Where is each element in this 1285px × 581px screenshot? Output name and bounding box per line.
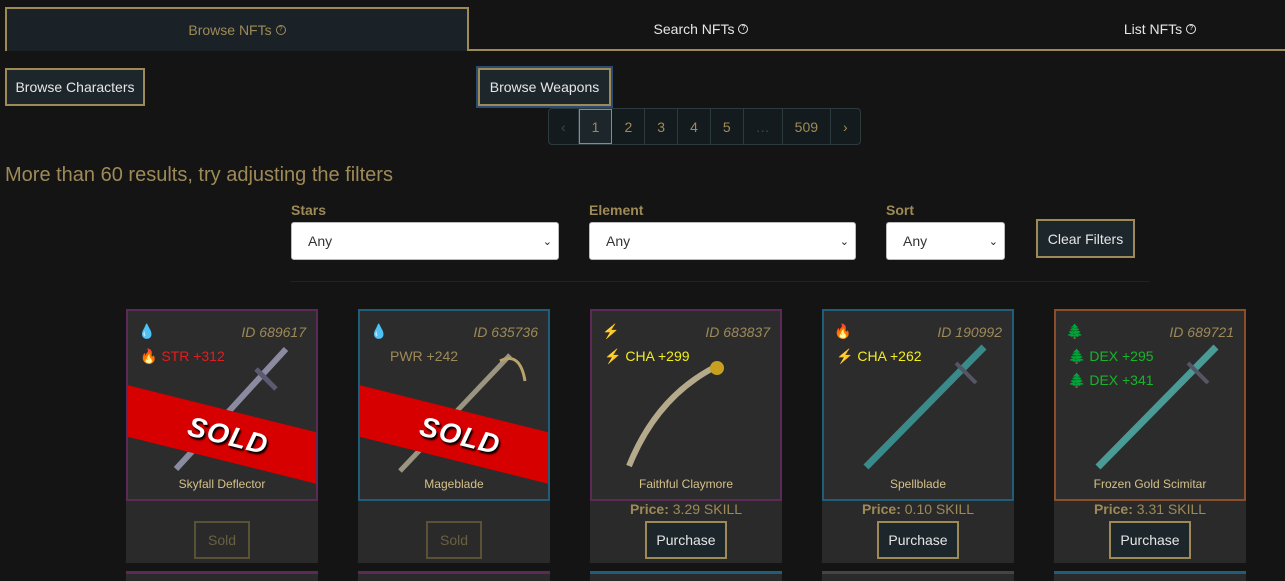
price-label: Price: bbox=[1093, 501, 1133, 517]
tab-label: List NFTs bbox=[1123, 21, 1183, 37]
browse-characters-button[interactable]: Browse Characters bbox=[5, 68, 145, 106]
weapon-frame: 💧 ID 689617 🔥 STR +312 SOLD Skyfall Defl… bbox=[126, 309, 318, 501]
weapon-name: Mageblade bbox=[424, 477, 484, 491]
purchase-button[interactable]: Purchase bbox=[645, 521, 727, 559]
price: Price: 3.31 SKILL bbox=[1054, 501, 1246, 517]
weapon-frame: 🌲 ID 689721 🌲 DEX +295 🌲 DEX +341 Frozen… bbox=[1054, 309, 1246, 501]
tree-icon: 🌲 bbox=[1068, 372, 1086, 388]
chevron-down-icon: ⌄ bbox=[542, 236, 552, 248]
weapon-card[interactable]: 💧 ID 689617 🔥 STR +312 SOLD Skyfall Defl… bbox=[126, 309, 318, 563]
clear-filters-button[interactable]: Clear Filters bbox=[1036, 219, 1135, 258]
sort-select[interactable]: Any ⌄ bbox=[886, 222, 1005, 260]
sword-image bbox=[1095, 344, 1219, 470]
question-icon: ? bbox=[1186, 24, 1197, 34]
price-value: 3.31 SKILL bbox=[1136, 501, 1207, 517]
price: Price: 0.10 SKILL bbox=[822, 501, 1014, 517]
page-ellipsis: … bbox=[744, 109, 783, 144]
chevron-down-icon: ⌄ bbox=[839, 236, 849, 248]
water-drop-icon: 💧 bbox=[138, 323, 156, 339]
weapon-id: ID 689721 bbox=[1169, 324, 1234, 340]
purchase-button[interactable]: Purchase bbox=[1109, 521, 1191, 559]
stars-select[interactable]: Any ⌄ bbox=[291, 222, 559, 260]
weapon-card[interactable]: 🌲 ID 689721 🌲 DEX +295 🌲 DEX +341 Frozen… bbox=[1054, 309, 1246, 563]
weapon-id: ID 689617 bbox=[241, 324, 306, 340]
weapon-name: Faithful Claymore bbox=[638, 477, 734, 491]
page-2[interactable]: 2 bbox=[612, 109, 646, 144]
page-3[interactable]: 3 bbox=[645, 109, 679, 144]
weapon-card-peek bbox=[126, 571, 318, 581]
weapon-name: Spellblade bbox=[889, 477, 947, 491]
water-drop-icon: 💧 bbox=[370, 323, 388, 339]
browse-weapons-button[interactable]: Browse Weapons bbox=[478, 68, 611, 106]
next-page-button[interactable]: › bbox=[831, 109, 860, 144]
stars-select-value: Any bbox=[308, 233, 333, 249]
pagination: ‹ 1 2 3 4 5 … 509 › bbox=[548, 108, 861, 145]
stars-filter-label: Stars bbox=[291, 202, 327, 218]
price-value: 3.29 SKILL bbox=[672, 501, 743, 517]
tab-browse-nfts[interactable]: Browse NFTs? bbox=[5, 7, 469, 51]
price: Price: 3.29 SKILL bbox=[590, 501, 782, 517]
weapon-card-peek bbox=[590, 571, 782, 581]
prev-page-button[interactable]: ‹ bbox=[549, 109, 579, 144]
element-select[interactable]: Any ⌄ bbox=[589, 222, 856, 260]
sword-image bbox=[863, 344, 987, 470]
sword-image bbox=[626, 361, 724, 468]
sort-filter-label: Sort bbox=[886, 202, 914, 218]
weapon-name: Skyfall Deflector bbox=[178, 477, 266, 491]
divider bbox=[290, 281, 1150, 282]
page-4[interactable]: 4 bbox=[678, 109, 711, 144]
chevron-down-icon: ⌄ bbox=[988, 236, 998, 248]
fire-icon: 🔥 bbox=[834, 323, 852, 339]
fire-icon: 🔥 bbox=[140, 348, 158, 364]
tab-search-nfts[interactable]: Search NFTs? bbox=[605, 7, 797, 51]
weapon-frame: 💧 ID 635736 PWR +242 SOLD Mageblade bbox=[358, 309, 550, 501]
results-message: More than 60 results, try adjusting the … bbox=[5, 164, 393, 186]
weapon-card-peek bbox=[822, 571, 1014, 581]
sold-button[interactable]: Sold bbox=[426, 521, 482, 559]
weapon-frame: 🔥 ID 190992 ⚡ CHA +262 Spellblade bbox=[822, 309, 1014, 501]
weapon-frame: ⚡ ID 683837 ⚡ CHA +299 Faithful Claymore bbox=[590, 309, 782, 501]
element-filter-label: Element bbox=[589, 202, 644, 218]
sort-select-value: Any bbox=[903, 233, 928, 249]
question-icon: ? bbox=[738, 24, 749, 34]
weapon-id: ID 635736 bbox=[473, 324, 538, 340]
price-label: Price: bbox=[629, 501, 669, 517]
weapon-name: Frozen Gold Scimitar bbox=[1093, 477, 1207, 491]
tab-label: Search NFTs bbox=[653, 21, 735, 37]
weapon-card-peek bbox=[358, 571, 550, 581]
price-value: 0.10 SKILL bbox=[904, 501, 975, 517]
price-label: Price: bbox=[861, 501, 901, 517]
lightning-icon: ⚡ bbox=[836, 348, 854, 364]
weapon-card-peek bbox=[1054, 571, 1246, 581]
tab-list-nfts[interactable]: List NFTs? bbox=[1075, 7, 1245, 51]
tab-label: Browse NFTs bbox=[188, 22, 272, 38]
question-icon: ? bbox=[275, 25, 286, 35]
page-1[interactable]: 1 bbox=[578, 109, 613, 144]
nft-tabs: Browse NFTs? Search NFTs? List NFTs? bbox=[5, 7, 1285, 51]
sold-button[interactable]: Sold bbox=[194, 521, 250, 559]
weapon-card[interactable]: ⚡ ID 683837 ⚡ CHA +299 Faithful Claymore… bbox=[590, 309, 782, 563]
page-5[interactable]: 5 bbox=[711, 109, 744, 144]
element-select-value: Any bbox=[606, 233, 631, 249]
weapon-card[interactable]: 💧 ID 635736 PWR +242 SOLD Mageblade Sold bbox=[358, 309, 550, 563]
sold-text: SOLD bbox=[416, 410, 504, 461]
weapon-id: ID 190992 bbox=[937, 324, 1002, 340]
page-509[interactable]: 509 bbox=[783, 109, 832, 144]
purchase-button[interactable]: Purchase bbox=[877, 521, 959, 559]
weapon-card[interactable]: 🔥 ID 190992 ⚡ CHA +262 Spellblade Price:… bbox=[822, 309, 1014, 563]
sold-text: SOLD bbox=[184, 410, 272, 461]
tree-icon: 🌲 bbox=[1068, 348, 1086, 364]
tree-icon: 🌲 bbox=[1066, 323, 1084, 339]
